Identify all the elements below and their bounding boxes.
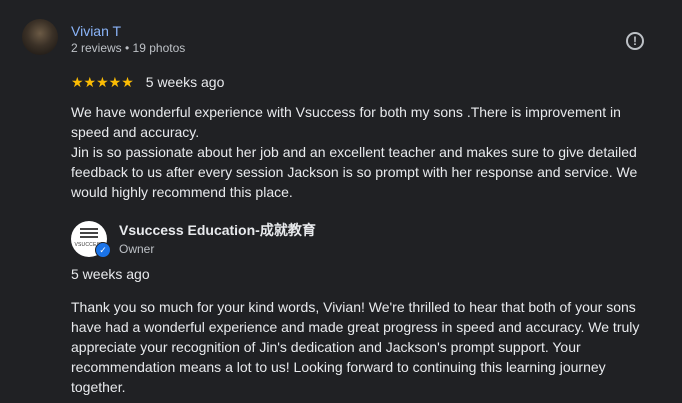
owner-role: Owner: [119, 242, 155, 256]
review-text: We have wonderful experience with Vsucce…: [71, 102, 661, 202]
more-options-button[interactable]: !: [626, 32, 644, 50]
reply-date: 5 weeks ago: [71, 266, 150, 282]
logo-mark: [80, 228, 98, 240]
star-rating: ★★★★★: [71, 74, 134, 90]
review-date: 5 weeks ago: [145, 74, 225, 90]
owner-name: Vsuccess Education-成就教育: [119, 222, 316, 238]
reply-text: Thank you so much for your kind words, V…: [71, 299, 640, 395]
reviewer-meta: 2 reviews • 19 photos: [71, 41, 186, 55]
info-circle-icon: !: [633, 34, 637, 48]
verified-badge-icon: ✓: [95, 242, 111, 258]
review-paragraph: Jin is so passionate about her job and a…: [71, 144, 638, 200]
review-paragraph: We have wonderful experience with Vsucce…: [71, 104, 621, 140]
reviewer-avatar[interactable]: [22, 19, 58, 55]
reviewer-name[interactable]: Vivian T: [71, 22, 121, 40]
rating-row: ★★★★★ 5 weeks ago: [71, 73, 224, 91]
